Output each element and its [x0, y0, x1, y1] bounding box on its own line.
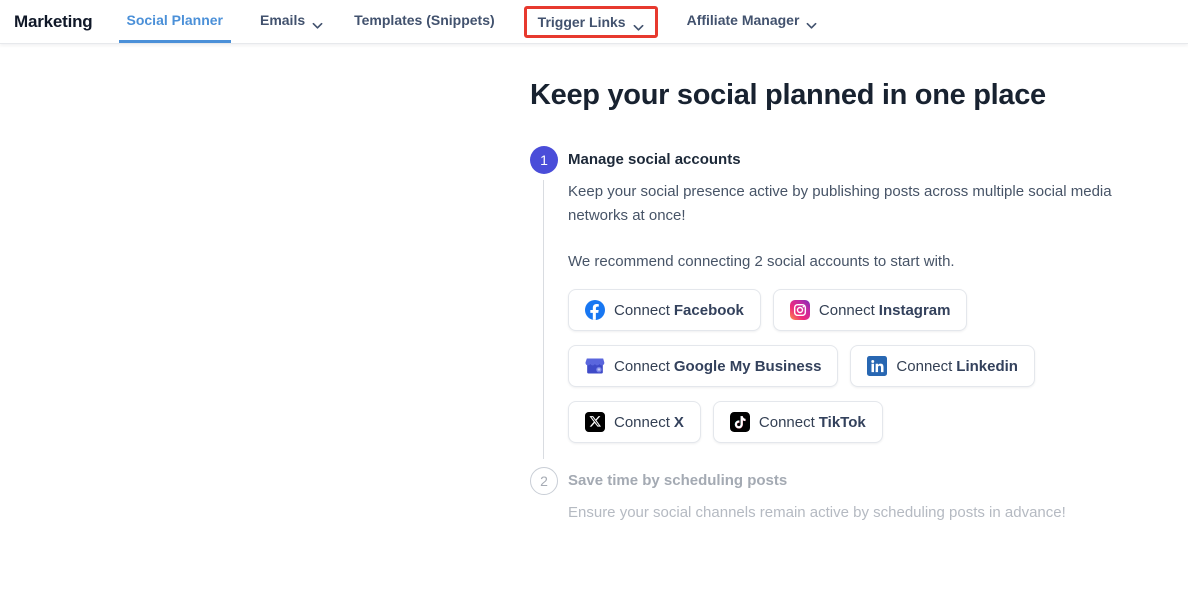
- connect-linkedin-button[interactable]: Connect Linkedin: [850, 345, 1035, 387]
- step-manage-social-accounts: 1 Manage social accounts Keep your socia…: [530, 146, 1188, 443]
- connect-google-my-business-button[interactable]: Connect Google My Business: [568, 345, 838, 387]
- connect-facebook-button[interactable]: Connect Facebook: [568, 289, 761, 331]
- chevron-down-icon: [633, 19, 644, 27]
- instagram-icon: [790, 300, 810, 320]
- tab-emails[interactable]: Emails: [258, 0, 325, 43]
- connect-tiktok-button[interactable]: Connect TikTok: [713, 401, 883, 443]
- onboarding-steps: 1 Manage social accounts Keep your socia…: [530, 146, 1188, 525]
- step-2-description: Ensure your social channels remain activ…: [568, 501, 1143, 525]
- nav-tabs: Social Planner Emails Templates (Snippet…: [119, 0, 820, 43]
- linkedin-icon: [867, 356, 887, 376]
- connect-instagram-button[interactable]: Connect Instagram: [773, 289, 968, 331]
- step-1-description: Keep your social presence active by publ…: [568, 180, 1143, 228]
- tab-label: Trigger Links: [538, 14, 626, 30]
- step-1-number-badge: 1: [530, 146, 558, 174]
- step-schedule-posts: 2 Save time by scheduling posts Ensure y…: [530, 467, 1188, 525]
- chevron-down-icon: [312, 17, 323, 25]
- tab-templates-snippets[interactable]: Templates (Snippets): [352, 0, 497, 43]
- tab-social-planner[interactable]: Social Planner: [119, 0, 231, 43]
- tab-label: Emails: [260, 12, 305, 28]
- trigger-links-highlight-box: Trigger Links: [524, 6, 658, 38]
- page-heading: Keep your social planned in one place: [530, 79, 1188, 112]
- tiktok-icon: [730, 412, 750, 432]
- chevron-down-icon: [806, 17, 817, 25]
- step-1-title: Manage social accounts: [568, 150, 1188, 170]
- top-nav: Marketing Social Planner Emails Template…: [0, 0, 1188, 44]
- google-my-business-icon: [585, 356, 605, 376]
- tab-label: Social Planner: [127, 12, 223, 28]
- x-icon: [585, 412, 605, 432]
- step-1-recommendation: We recommend connecting 2 social account…: [568, 250, 1143, 274]
- tab-affiliate-manager[interactable]: Affiliate Manager: [685, 0, 820, 43]
- step-2-title: Save time by scheduling posts: [568, 471, 1188, 491]
- connect-buttons: Connect Facebook Connect Instagram: [568, 289, 1160, 443]
- tab-trigger-links[interactable]: Trigger Links: [538, 14, 644, 30]
- step-2-number-badge: 2: [530, 467, 558, 495]
- facebook-icon: [585, 300, 605, 320]
- tab-label: Affiliate Manager: [687, 12, 800, 28]
- tab-label: Templates (Snippets): [354, 12, 495, 28]
- page-title: Marketing: [14, 0, 93, 43]
- connect-x-button[interactable]: Connect X: [568, 401, 701, 443]
- social-planner-onboarding: Keep your social planned in one place 1 …: [0, 44, 1188, 525]
